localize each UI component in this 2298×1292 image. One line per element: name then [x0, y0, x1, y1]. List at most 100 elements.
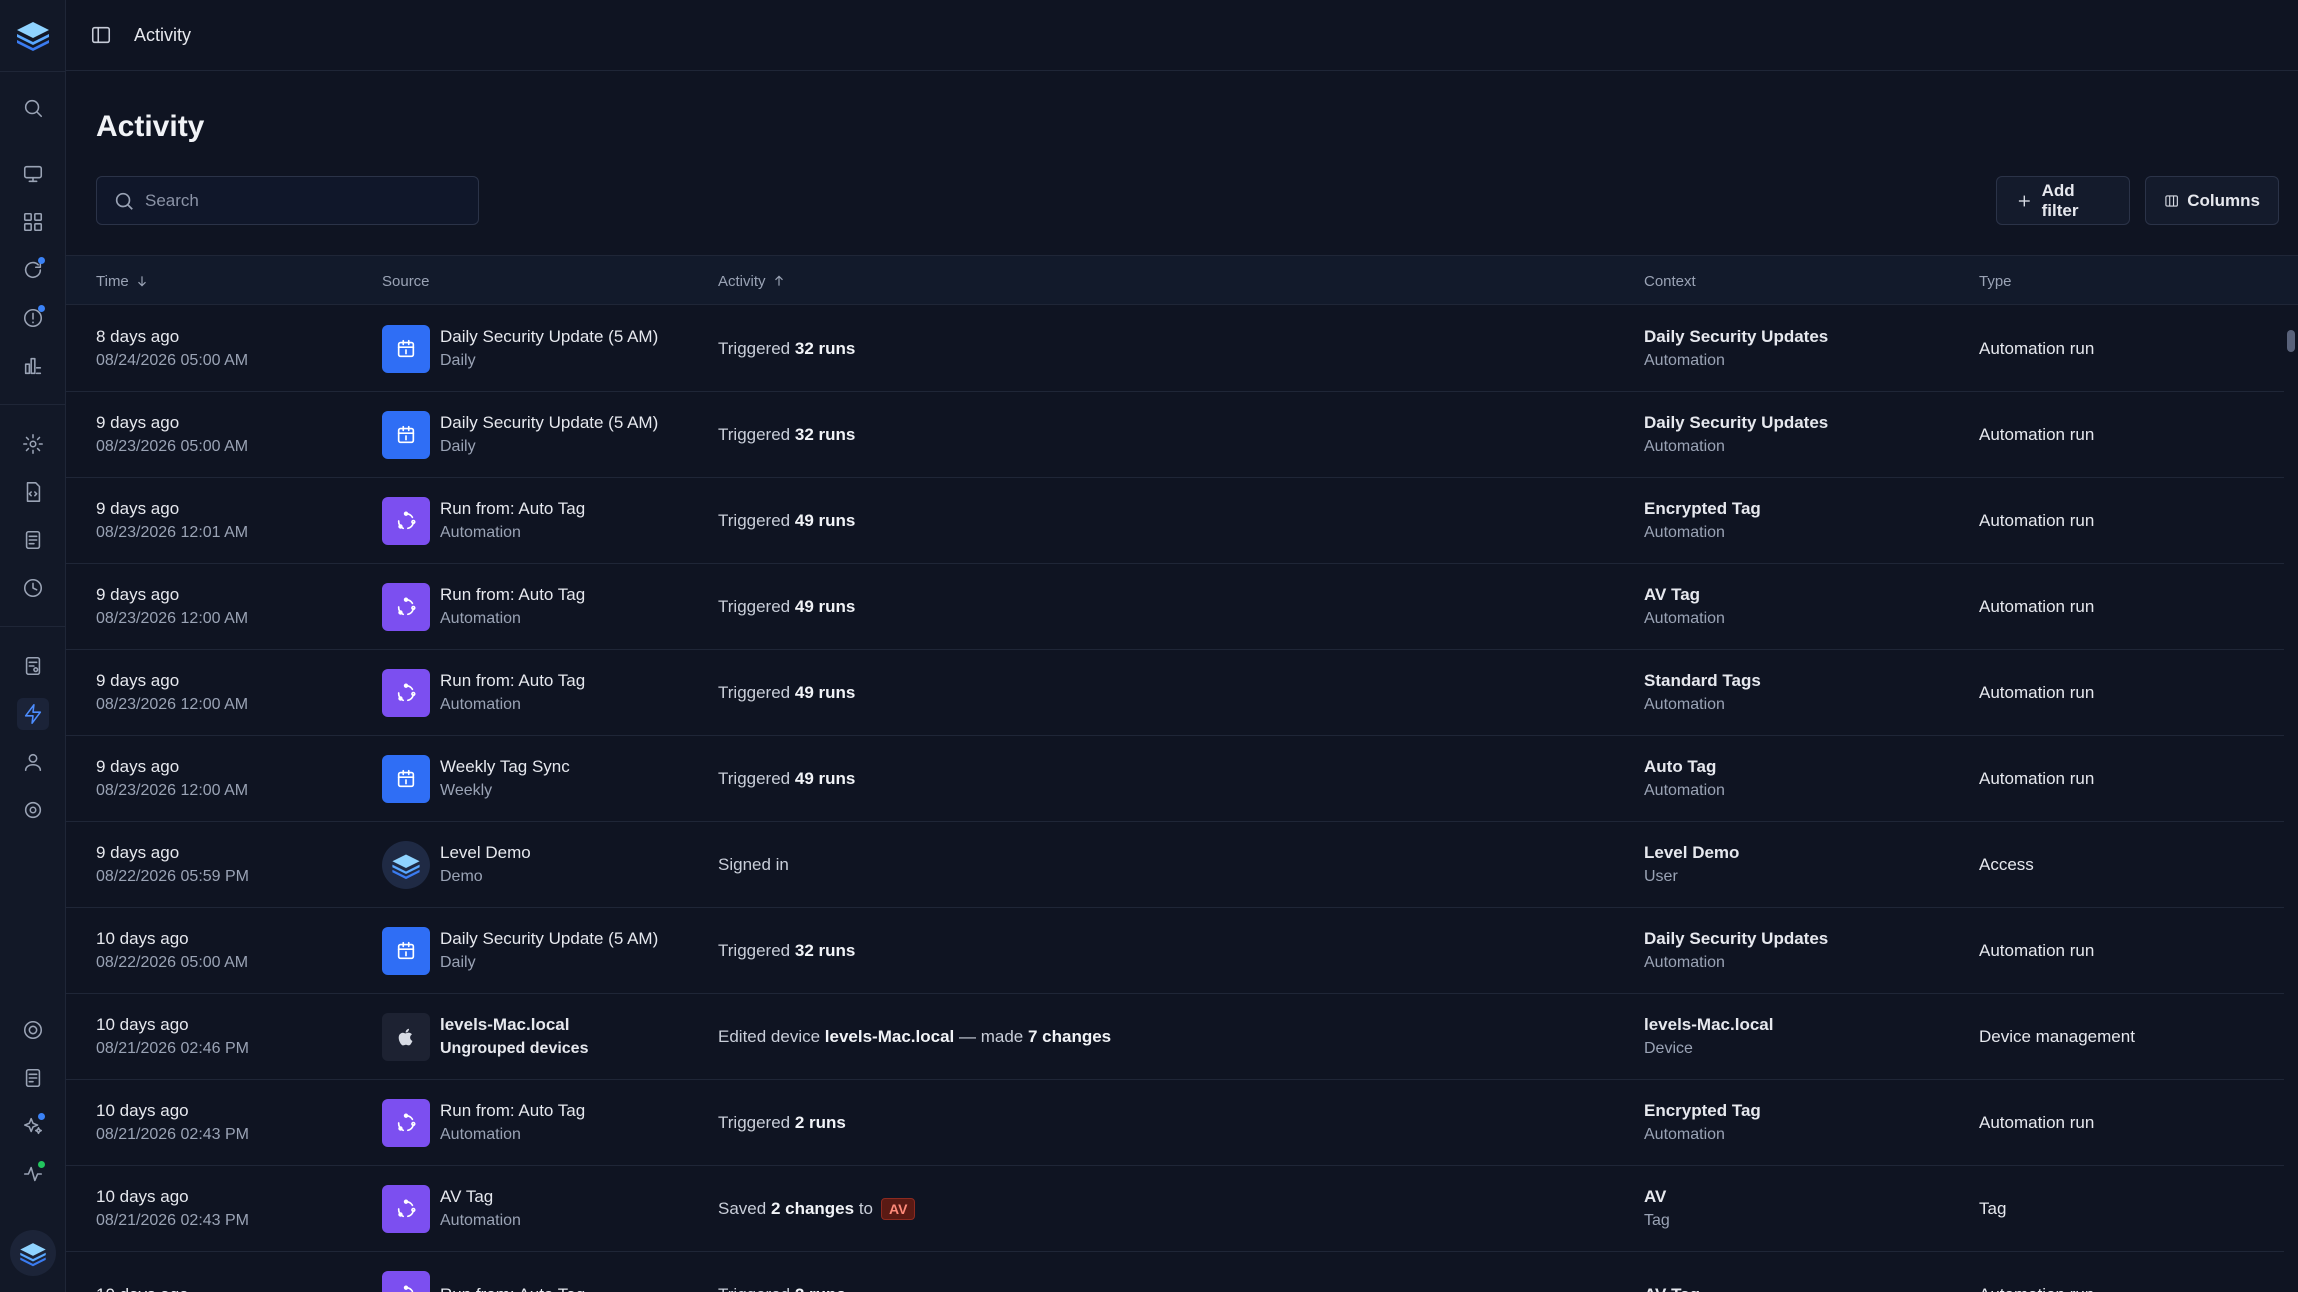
table-header: Time Source Activity Context Type: [66, 255, 2298, 305]
column-header-context[interactable]: Context: [1644, 256, 1696, 306]
sidebar-changelog-icon[interactable]: [17, 1062, 49, 1094]
column-header-activity[interactable]: Activity: [718, 256, 786, 306]
source-subtitle: Demo: [440, 868, 483, 885]
context-cell[interactable]: AV Tag: [1644, 1252, 1700, 1292]
tag-chip[interactable]: AV: [881, 1198, 916, 1220]
context-name: Auto Tag: [1644, 757, 1717, 776]
column-header-source[interactable]: Source: [382, 256, 430, 306]
column-header-label: Activity: [718, 272, 766, 290]
source-cell[interactable]: Run from: Auto Tag Automation: [382, 1080, 585, 1166]
context-cell[interactable]: levels-Mac.local Device: [1644, 994, 1773, 1080]
sidebar-settings-cog-icon[interactable]: [17, 428, 49, 460]
notification-dot: [38, 305, 45, 312]
column-header-time[interactable]: Time: [96, 256, 149, 306]
sidebar-scripts-icon[interactable]: [17, 476, 49, 508]
user-logo-icon: [382, 841, 430, 889]
sidebar-sparkles-icon[interactable]: [17, 1110, 49, 1142]
source-subtitle: Daily: [440, 954, 476, 971]
source-cell[interactable]: Run from: Auto Tag: [382, 1252, 585, 1292]
activity-cell: Saved 2 changes to AV: [718, 1166, 916, 1252]
context-cell[interactable]: Auto Tag Automation: [1644, 736, 1725, 822]
table-row[interactable]: 10 days ago 08/21/2026 02:46 PM levels-Mac…: [66, 994, 2298, 1080]
sidebar-settings-icon[interactable]: [17, 794, 49, 826]
context-cell[interactable]: Daily Security Updates Automation: [1644, 908, 1828, 994]
search-box[interactable]: [96, 176, 479, 225]
automation-icon: [382, 583, 430, 631]
source-cell[interactable]: Weekly Tag Sync Weekly: [382, 736, 570, 822]
sidebar-toggle-icon[interactable]: [86, 20, 116, 50]
table-row[interactable]: 9 days ago 08/22/2026 05:59 PM Level Demo D…: [66, 822, 2298, 908]
scrollbar-thumb[interactable]: [2287, 330, 2295, 352]
source-cell[interactable]: Run from: Auto Tag Automation: [382, 564, 585, 650]
add-filter-button[interactable]: Add filter: [1996, 176, 2130, 225]
time-cell: 10 days ago 08/21/2026 02:46 PM: [96, 994, 249, 1080]
table-row[interactable]: 10 days ago 08/21/2026 02:43 PM AV Tag Auto…: [66, 1166, 2298, 1252]
time-cell: 8 days ago 08/24/2026 05:00 AM: [96, 306, 248, 392]
table-row[interactable]: 9 days ago 08/23/2026 12:00 AM Run from: A…: [66, 564, 2298, 650]
sidebar-tasks-icon[interactable]: [17, 650, 49, 682]
source-cell[interactable]: Daily Security Update (5 AM) Daily: [382, 908, 658, 994]
sidebar-documents-icon[interactable]: [17, 524, 49, 556]
type-cell: Device management: [1979, 1027, 2135, 1046]
table-row[interactable]: 9 days ago 08/23/2026 05:00 AM Daily Secur…: [66, 392, 2298, 478]
time-ago: 10 days ago: [96, 1101, 189, 1120]
sidebar-grid-icon[interactable]: [17, 206, 49, 238]
sort-asc-icon: [774, 275, 783, 286]
sidebar-refresh-icon[interactable]: [17, 254, 49, 286]
sidebar-alert-icon[interactable]: [17, 302, 49, 334]
source-name: Run from: Auto Tag: [440, 499, 586, 518]
type-cell: Automation run: [1979, 683, 2095, 702]
sidebar-automations-icon[interactable]: [17, 698, 49, 730]
context-cell[interactable]: Level Demo User: [1644, 822, 1739, 908]
columns-icon: [2165, 194, 2178, 207]
context-cell[interactable]: Encrypted Tag Automation: [1644, 1080, 1761, 1166]
sidebar-history-icon[interactable]: [17, 572, 49, 604]
time-ago: 8 days ago: [96, 327, 180, 346]
search-input[interactable]: [145, 190, 465, 211]
context-cell[interactable]: Daily Security Updates Automation: [1644, 306, 1828, 392]
source-cell[interactable]: Daily Security Update (5 AM) Daily: [382, 306, 658, 392]
context-subtitle: Automation: [1644, 782, 1725, 799]
sidebar-activity-pulse-icon[interactable]: [17, 1158, 49, 1190]
table-row[interactable]: 9 days ago 08/23/2026 12:00 AM Run from: A…: [66, 650, 2298, 736]
activity-text: Triggered: [718, 683, 795, 702]
context-cell[interactable]: Standard Tags Automation: [1644, 650, 1761, 736]
main-content: Activity Add filter Columns Time Source …: [66, 72, 2298, 1292]
app-logo-icon[interactable]: [13, 18, 53, 52]
context-cell[interactable]: Encrypted Tag Automation: [1644, 478, 1761, 564]
time-cell: 9 days ago 08/22/2026 05:59 PM: [96, 822, 249, 908]
source-name: Daily Security Update (5 AM): [440, 413, 659, 432]
account-avatar[interactable]: [10, 1230, 56, 1276]
activity-cell: Triggered 49 runs: [718, 650, 855, 736]
time-cell: 10 days ago 08/21/2026 02:43 PM: [96, 1166, 249, 1252]
context-cell[interactable]: AV Tag Automation: [1644, 564, 1725, 650]
sidebar-reports-icon[interactable]: [17, 350, 49, 382]
source-cell[interactable]: Level Demo Demo: [382, 822, 531, 908]
activity-text: Triggered: [718, 597, 795, 616]
context-cell[interactable]: Daily Security Updates Automation: [1644, 392, 1828, 478]
column-header-label: Context: [1644, 272, 1696, 290]
table-row[interactable]: 10 days ago Run from: Auto Tag Triggered 2…: [66, 1252, 2298, 1292]
columns-button[interactable]: Columns: [2145, 176, 2279, 225]
calendar-icon: [382, 755, 430, 803]
source-cell[interactable]: Run from: Auto Tag Automation: [382, 650, 585, 736]
type-cell: Tag: [1979, 1199, 2007, 1218]
page-title: Activity: [96, 110, 205, 143]
context-cell[interactable]: AV Tag: [1644, 1166, 1670, 1252]
source-cell[interactable]: Run from: Auto Tag Automation: [382, 478, 585, 564]
sidebar-devices-icon[interactable]: [17, 158, 49, 190]
source-cell[interactable]: Daily Security Update (5 AM) Daily: [382, 392, 658, 478]
table-row[interactable]: 10 days ago 08/21/2026 02:43 PM Run from: …: [66, 1080, 2298, 1166]
table-row[interactable]: 9 days ago 08/23/2026 12:01 AM Run from: A…: [66, 478, 2298, 564]
source-cell[interactable]: levels-Mac.local Ungrouped devices: [382, 994, 588, 1080]
column-header-type[interactable]: Type: [1979, 256, 2012, 306]
table-row[interactable]: 8 days ago 08/24/2026 05:00 AM Daily Secur…: [66, 306, 2298, 392]
table-row[interactable]: 9 days ago 08/23/2026 12:00 AM Weekly Tag …: [66, 736, 2298, 822]
source-cell[interactable]: AV Tag Automation: [382, 1166, 521, 1252]
scrollbar-track[interactable]: [2284, 306, 2298, 1292]
timestamp: 08/22/2026 05:59 PM: [96, 868, 250, 885]
sidebar-search-icon[interactable]: [17, 92, 49, 124]
sidebar-users-icon[interactable]: [17, 746, 49, 778]
sidebar-help-icon[interactable]: [17, 1014, 49, 1046]
table-row[interactable]: 10 days ago 08/22/2026 05:00 AM Daily Secu…: [66, 908, 2298, 994]
